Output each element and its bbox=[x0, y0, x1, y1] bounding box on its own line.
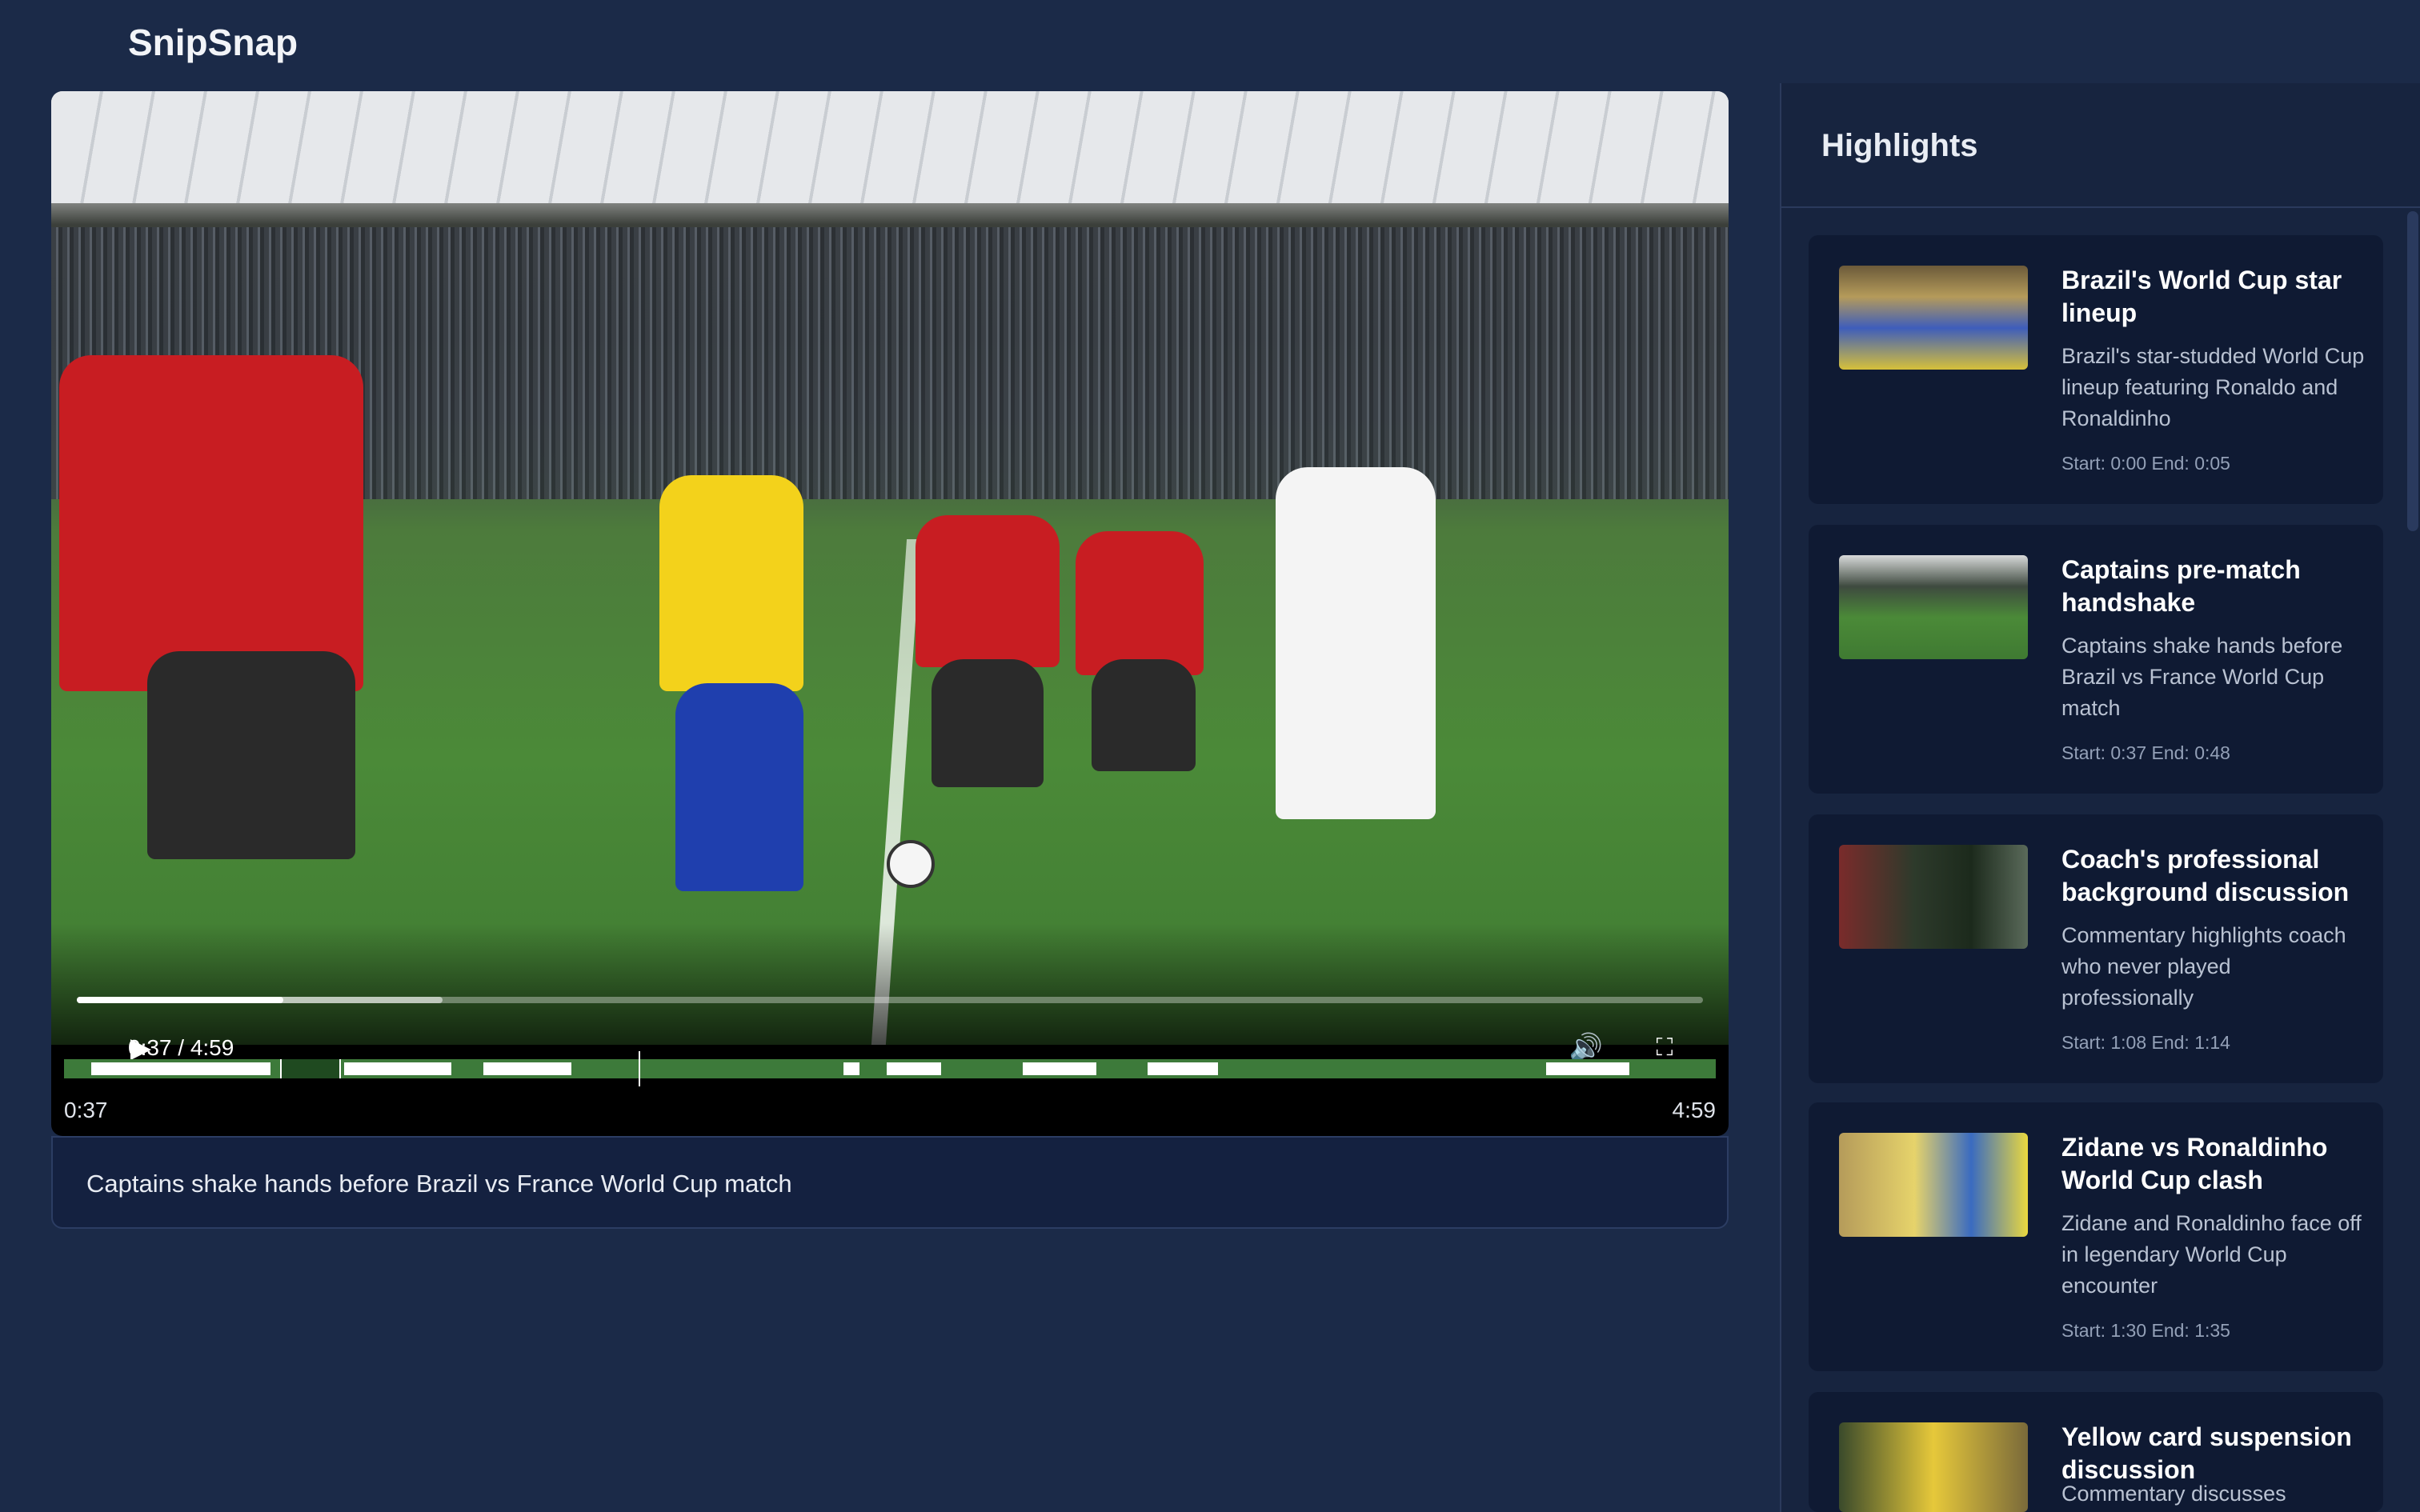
highlight-thumbnail[interactable] bbox=[1839, 555, 2028, 659]
highlight-title: Yellow card suspension discussion bbox=[2061, 1422, 2352, 1484]
assistant-referee-shorts bbox=[932, 659, 1044, 787]
timeline-active-segment[interactable] bbox=[280, 1059, 341, 1078]
highlight-time: Start: 0:37 End: 0:48 bbox=[2061, 742, 2230, 763]
highlight-description: Zidane and Ronaldinho face off in legend… bbox=[2061, 1211, 2362, 1298]
highlight-time: Start: 0:00 End: 0:05 bbox=[2061, 453, 2230, 474]
brazil-player-shorts bbox=[675, 683, 803, 891]
more-vertical-icon[interactable]: ⋮ bbox=[1724, 1032, 1729, 1067]
timeline-start-label: 0:37 bbox=[64, 1098, 108, 1122]
timeline-segment[interactable] bbox=[1148, 1062, 1218, 1075]
highlight-timeline[interactable] bbox=[64, 1051, 1716, 1086]
timeline-segment[interactable] bbox=[344, 1062, 451, 1075]
referee-figure bbox=[59, 355, 363, 691]
highlights-sidebar: Highlights Brazil's World Cup star lineu… bbox=[1780, 83, 2420, 1512]
timeline-segment[interactable] bbox=[1023, 1062, 1096, 1075]
highlight-card[interactable]: Yellow card suspension discussion Commen… bbox=[1809, 1392, 2383, 1512]
highlight-thumbnail[interactable] bbox=[1839, 1133, 2028, 1237]
sidebar-header: Highlights bbox=[1781, 83, 2420, 208]
highlight-description: Commentary highlights coach who never pl… bbox=[2061, 923, 2346, 1010]
caption-panel: Captains shake hands before Brazil vs Fr… bbox=[51, 1136, 1729, 1229]
timeline-marker bbox=[639, 1051, 640, 1086]
timeline-segment[interactable] bbox=[843, 1062, 859, 1075]
highlight-card[interactable]: Captains pre-match handshake Captains sh… bbox=[1809, 525, 2383, 794]
timeline-segment[interactable] bbox=[91, 1062, 270, 1075]
time-readout: 0:37 / 4:59 bbox=[128, 1035, 234, 1060]
timeline-segment[interactable] bbox=[1546, 1062, 1629, 1075]
highlight-description: Captains shake hands before Brazil vs Fr… bbox=[2061, 634, 2343, 720]
timeline-segment[interactable] bbox=[887, 1062, 941, 1075]
highlight-title: Captains pre-match handshake bbox=[2061, 555, 2301, 617]
highlight-description: Commentary discusses bbox=[2061, 1482, 2286, 1506]
brazil-player-figure bbox=[659, 475, 803, 691]
assistant-referee-shorts bbox=[1092, 659, 1196, 771]
progress-bar[interactable] bbox=[77, 997, 1703, 1003]
highlight-card[interactable]: Zidane vs Ronaldinho World Cup clash Zid… bbox=[1809, 1102, 2383, 1371]
highlight-title: Brazil's World Cup star lineup bbox=[2061, 266, 2342, 327]
video-player[interactable]: ▶ 0:37 / 4:59 🔊 ⛶ ⋮ 0:37 4:59 bbox=[51, 91, 1729, 1136]
caption-text: Captains shake hands before Brazil vs Fr… bbox=[86, 1170, 792, 1198]
highlight-time: Start: 1:30 End: 1:35 bbox=[2061, 1320, 2230, 1341]
brand-logo[interactable]: SnipSnap bbox=[128, 21, 298, 64]
highlight-card[interactable]: Brazil's World Cup star lineup Brazil's … bbox=[1809, 235, 2383, 504]
progress-played bbox=[77, 997, 284, 1003]
highlight-title: Coach's professional background discussi… bbox=[2061, 845, 2350, 906]
highlight-title: Zidane vs Ronaldinho World Cup clash bbox=[2061, 1133, 2328, 1194]
highlight-thumbnail[interactable] bbox=[1839, 266, 2028, 370]
highlight-card[interactable]: Coach's professional background discussi… bbox=[1809, 814, 2383, 1083]
controls-overlay bbox=[51, 923, 1729, 1045]
timeline-end-label: 4:59 bbox=[1672, 1098, 1717, 1122]
assistant-referee-figure bbox=[1076, 531, 1204, 675]
timeline-segment[interactable] bbox=[483, 1062, 571, 1075]
france-player-figure bbox=[1276, 467, 1436, 819]
sidebar-title: Highlights bbox=[1821, 128, 1978, 163]
highlight-thumbnail[interactable] bbox=[1839, 845, 2028, 949]
assistant-referee-figure bbox=[916, 515, 1060, 667]
highlight-description: Brazil's star-studded World Cup lineup f… bbox=[2061, 344, 2365, 430]
football bbox=[887, 840, 935, 888]
video-frame[interactable] bbox=[51, 91, 1729, 1045]
highlight-thumbnail[interactable] bbox=[1839, 1422, 2028, 1512]
sidebar-scrollbar[interactable] bbox=[2407, 211, 2418, 531]
highlight-time: Start: 1:08 End: 1:14 bbox=[2061, 1032, 2230, 1053]
top-bar: SnipSnap bbox=[0, 0, 2420, 83]
stadium-roof bbox=[51, 91, 1729, 203]
referee-shorts bbox=[147, 651, 355, 859]
